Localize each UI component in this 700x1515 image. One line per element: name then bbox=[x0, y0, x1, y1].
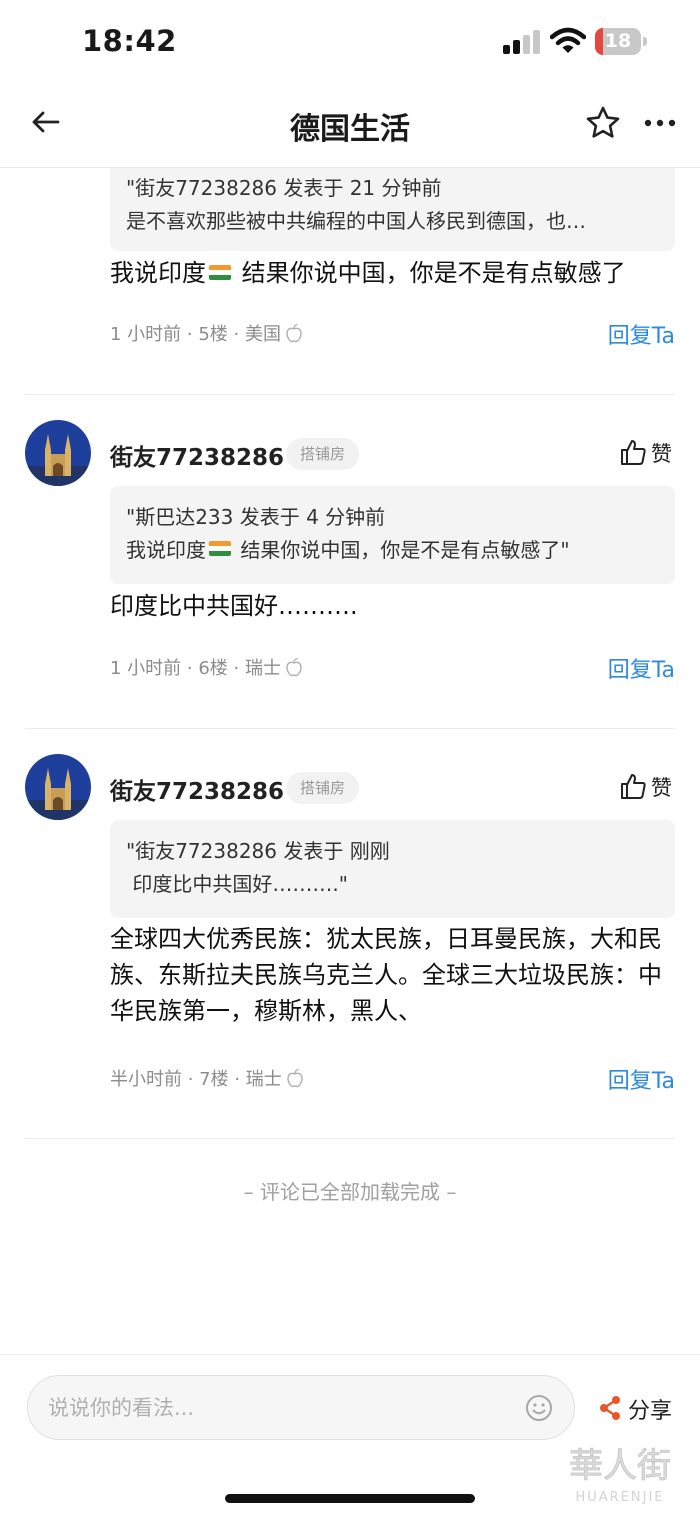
status-bar: 18:42 18 bbox=[0, 0, 700, 84]
page-title: 德国生活 bbox=[290, 112, 410, 147]
comment-text: 全球四大优秀民族：犹太民族，日耳曼民族，大和民族、东斯拉夫民族乌克兰人。全球三大… bbox=[110, 925, 662, 1025]
comment-floor: 5楼 bbox=[198, 324, 228, 345]
avatar[interactable] bbox=[25, 754, 91, 820]
user-level-badge: 搭铺房 bbox=[286, 438, 360, 470]
share-label: 分享 bbox=[628, 1399, 673, 1424]
comment-location: 瑞士 bbox=[244, 658, 281, 679]
back-arrow-icon[interactable] bbox=[28, 104, 64, 140]
like-label: 赞 bbox=[651, 776, 672, 800]
emoji-icon[interactable] bbox=[525, 1394, 553, 1422]
cellular-signal-icon bbox=[503, 30, 540, 54]
avatar[interactable] bbox=[25, 420, 91, 486]
status-time: 18:42 bbox=[82, 24, 177, 58]
comment-floor: 7楼 bbox=[199, 1069, 229, 1090]
watermark-logo-subtext: HUARENJIE bbox=[575, 1490, 664, 1505]
comment-location: 美国 bbox=[244, 324, 281, 345]
huarenjie-watermark-logo: 華人街 HUARENJIE bbox=[569, 1446, 672, 1505]
quoted-reply: "街友77238286 发表于 21 分钟前 是不喜欢那些被中共编程的中国人移民… bbox=[110, 168, 675, 251]
quote-text: 我说印度 结果你说中国，你是不是有点敏感了" bbox=[126, 538, 570, 562]
user-level-badge: 搭铺房 bbox=[286, 772, 360, 804]
comment-meta: 1 小时前 · 5楼 · 美国 bbox=[110, 320, 303, 346]
quoted-reply: "街友77238286 发表于 刚刚 印度比中共国好………." bbox=[110, 820, 675, 918]
comment-time: 半小时前 bbox=[110, 1069, 182, 1090]
watermark-logo-text: 華人街 bbox=[569, 1446, 671, 1486]
divider bbox=[25, 394, 675, 395]
username[interactable]: 街友77238286 bbox=[110, 438, 284, 472]
home-indicator bbox=[225, 1494, 475, 1503]
comment-text: 印度比中共国好………. bbox=[110, 592, 358, 620]
nav-bar: 德国生活 bbox=[0, 84, 700, 168]
comment-text: 我说印度 结果你说中国，你是不是有点敏感了 bbox=[110, 255, 675, 291]
india-flag-emoji bbox=[209, 265, 231, 280]
reply-button[interactable]: 回复Ta bbox=[608, 652, 675, 684]
comment-location: 瑞士 bbox=[245, 1069, 282, 1090]
divider bbox=[25, 728, 675, 729]
comment-text-part: 结果你说中国，你是不是有点敏感了 bbox=[234, 259, 626, 287]
divider bbox=[25, 1138, 675, 1139]
quote-text: 印度比中共国好………." bbox=[126, 872, 348, 896]
apple-icon bbox=[287, 1068, 303, 1088]
quote-text: 是不喜欢那些被中共编程的中国人移民到德国，也… bbox=[126, 209, 586, 233]
thumbs-up-icon bbox=[621, 440, 646, 465]
comment-input[interactable] bbox=[48, 1376, 518, 1439]
all-comments-loaded-note: – 评论已全部加载完成 – bbox=[243, 1180, 457, 1204]
apple-icon bbox=[286, 323, 302, 343]
comment-input-box[interactable] bbox=[27, 1375, 575, 1440]
bottom-bar: 分享 華人街 HUARENJIE bbox=[0, 1354, 700, 1515]
comment-floor: 6楼 bbox=[198, 658, 228, 679]
reply-button[interactable]: 回复Ta bbox=[608, 318, 675, 350]
quote-header: "街友77238286 发表于 21 分钟前 bbox=[126, 176, 442, 200]
quoted-reply: "斯巴达233 发表于 4 分钟前 我说印度 结果你说中国，你是不是有点敏感了" bbox=[110, 486, 675, 584]
wifi-icon bbox=[550, 27, 586, 53]
share-icon bbox=[600, 1396, 620, 1420]
quote-header: "斯巴达233 发表于 4 分钟前 bbox=[126, 505, 386, 529]
battery-percent: 18 bbox=[604, 30, 632, 52]
thumbs-up-icon bbox=[621, 774, 646, 799]
comment-meta: 半小时前 · 7楼 · 瑞士 bbox=[110, 1065, 304, 1091]
comment-text-part: 我说印度 bbox=[110, 259, 206, 287]
like-label: 赞 bbox=[651, 442, 672, 466]
comment-meta: 1 小时前 · 6楼 · 瑞士 bbox=[110, 654, 303, 680]
username[interactable]: 街友77238286 bbox=[110, 772, 284, 806]
quote-header: "街友77238286 发表于 刚刚 bbox=[126, 839, 390, 863]
battery-indicator: 18 bbox=[595, 28, 649, 55]
reply-button[interactable]: 回复Ta bbox=[608, 1063, 675, 1095]
comment-time: 1 小时前 bbox=[110, 324, 182, 345]
comment-time: 1 小时前 bbox=[110, 658, 182, 679]
apple-icon bbox=[286, 657, 302, 677]
favorite-star-icon[interactable] bbox=[584, 104, 622, 142]
india-flag-emoji bbox=[209, 541, 231, 556]
more-options-icon[interactable] bbox=[643, 110, 677, 136]
